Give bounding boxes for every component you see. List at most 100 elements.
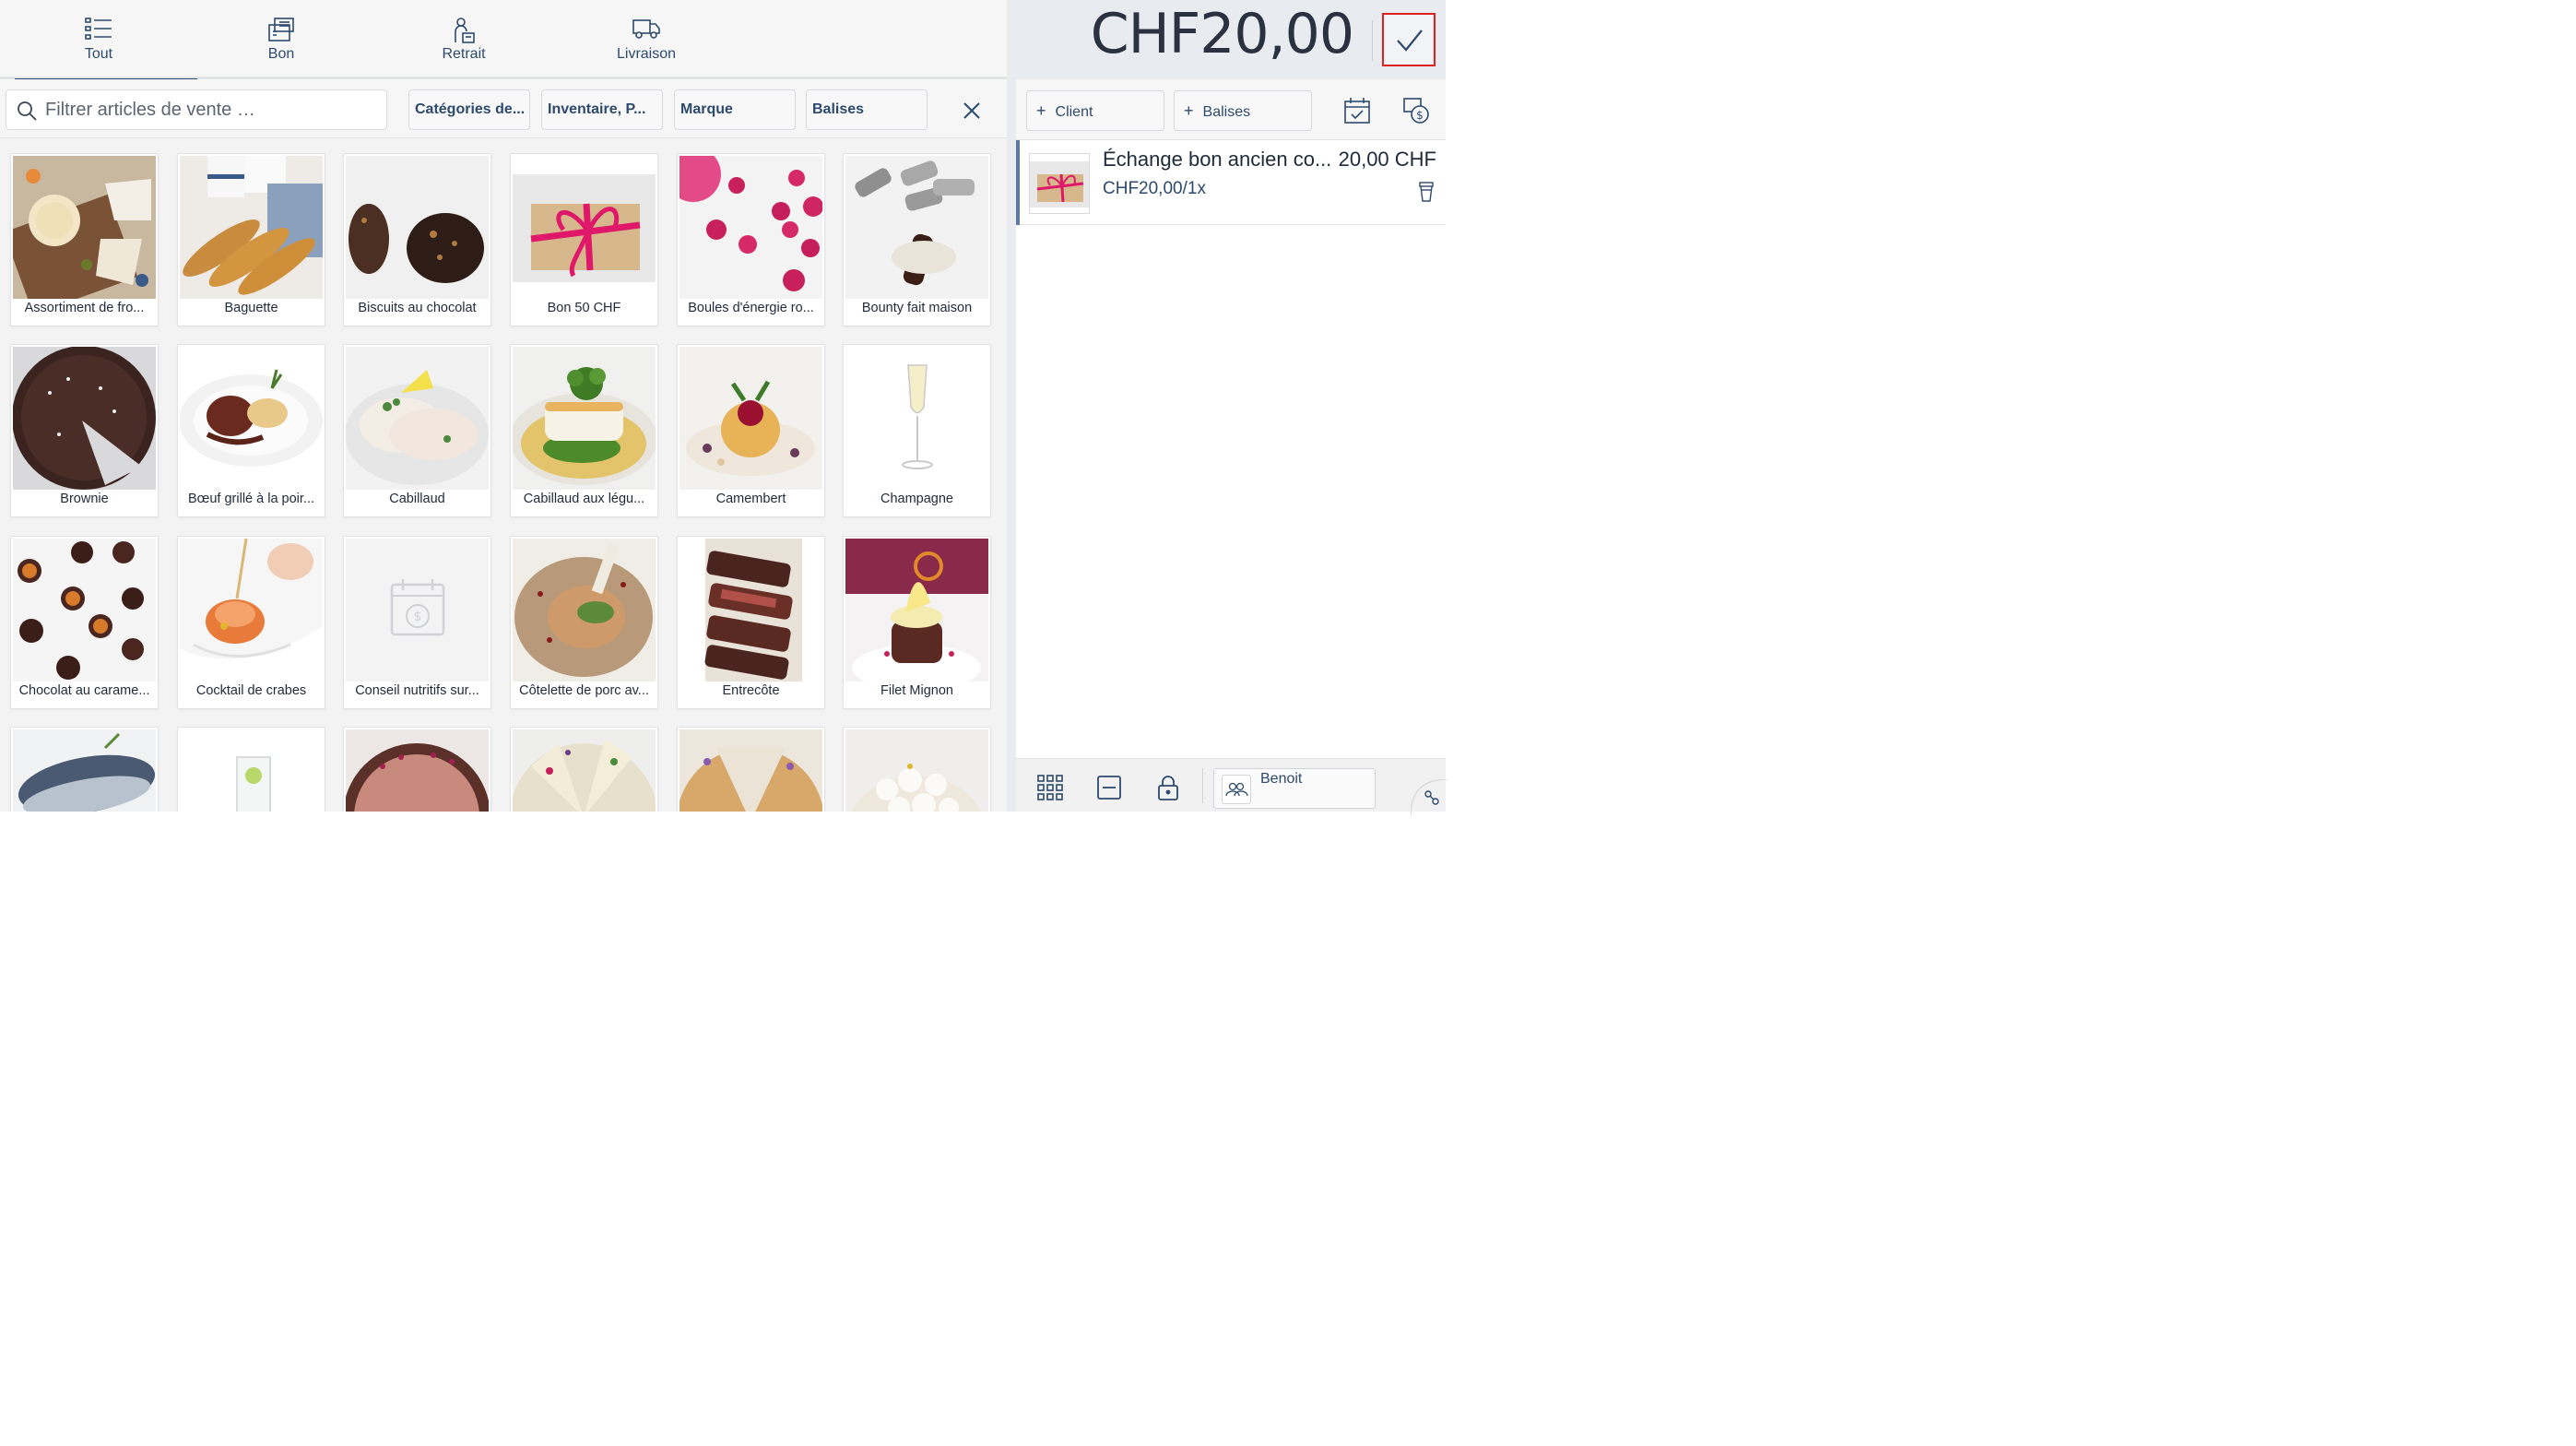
product-image	[679, 347, 822, 490]
product-card[interactable]: Entrecôte	[677, 536, 825, 709]
cart-toolbar: + Client + Balises $	[1016, 79, 1446, 140]
filter-tags[interactable]: Balises	[806, 89, 928, 130]
minus-box-icon[interactable]	[1095, 774, 1123, 801]
filter-categories[interactable]: Catégories de...	[408, 89, 530, 130]
product-card[interactable]: Brownie	[10, 344, 159, 517]
tab-voucher[interactable]: Bon	[190, 0, 372, 79]
pane-divider	[1007, 0, 1016, 812]
product-grid: Assortiment de fro... Baguette Biscuits …	[0, 138, 1007, 812]
product-card[interactable]	[677, 727, 825, 812]
product-card[interactable]: Cabillaud aux légu...	[510, 344, 658, 517]
product-name: Bœuf grillé à la poir...	[188, 492, 314, 506]
product-image	[679, 729, 822, 812]
user-switch-button[interactable]: Benoit	[1213, 768, 1376, 809]
expand-handle-icon[interactable]	[1411, 779, 1448, 816]
product-card[interactable]: Assortiment de fro...	[10, 153, 159, 326]
product-card[interactable]: Cocktail de crabes	[177, 536, 325, 709]
line-item-price: 20,00 CHF	[1338, 148, 1436, 171]
add-client-label: Client	[1055, 104, 1093, 120]
tab-label: Retrait	[442, 46, 486, 62]
product-card[interactable]	[343, 727, 491, 812]
product-name: Assortiment de fro...	[24, 301, 145, 315]
close-icon[interactable]	[959, 98, 985, 124]
product-pane: Tout Bon Retrait Livraison Catégories de…	[0, 0, 1007, 812]
product-image: $	[346, 539, 489, 682]
filter-inventory[interactable]: Inventaire, P...	[541, 89, 663, 130]
plus-icon: +	[1036, 101, 1046, 120]
product-image	[180, 539, 323, 682]
product-name: Chocolat au carame...	[18, 683, 150, 698]
product-card[interactable]: Camembert	[677, 344, 825, 517]
product-image	[13, 539, 156, 682]
product-name: Entrecôte	[722, 683, 780, 698]
svg-text:$: $	[1416, 109, 1424, 122]
confirm-button[interactable]	[1382, 13, 1436, 66]
product-image	[679, 539, 822, 682]
product-image	[513, 347, 656, 490]
product-image	[845, 539, 988, 682]
selection-marker	[1016, 140, 1020, 225]
search-input[interactable]	[45, 96, 377, 124]
product-card[interactable]: Champagne	[843, 344, 991, 517]
product-image	[513, 539, 656, 682]
product-card[interactable]	[510, 727, 658, 812]
product-card[interactable]: Boules d'énergie ro...	[677, 153, 825, 326]
product-name: Côtelette de porc av...	[519, 683, 649, 698]
footer-separator	[1202, 768, 1203, 803]
add-tags-button[interactable]: + Balises	[1174, 90, 1312, 131]
product-card[interactable]: Biscuits au chocolat	[343, 153, 491, 326]
product-card[interactable]: Baguette	[177, 153, 325, 326]
tab-all[interactable]: Tout	[7, 0, 197, 82]
cart-header: CHF20,00	[1016, 0, 1446, 79]
calendar-check-icon[interactable]	[1342, 96, 1372, 125]
filter-brand[interactable]: Marque	[674, 89, 796, 130]
filter-bar: Catégories de... Inventaire, P... Marque…	[0, 79, 1007, 138]
cart-footer: Benoit	[1016, 758, 1448, 816]
tab-pickup[interactable]: Retrait	[372, 0, 555, 79]
product-card[interactable]: $ Conseil nutritifs sur...	[343, 536, 491, 709]
user-name: Benoit	[1260, 771, 1303, 787]
product-card[interactable]: Bon 50 CHF	[510, 153, 658, 326]
add-tags-label: Balises	[1202, 104, 1251, 120]
product-name: Biscuits au chocolat	[358, 301, 477, 315]
svg-text:$: $	[414, 610, 422, 624]
product-card[interactable]	[177, 727, 325, 812]
product-image	[346, 156, 489, 299]
product-image	[180, 156, 323, 299]
product-card[interactable]: Bounty fait maison	[843, 153, 991, 326]
grid-icon[interactable]	[1036, 774, 1064, 801]
voucher-placeholder-icon: $	[390, 579, 445, 636]
add-client-button[interactable]: + Client	[1026, 90, 1164, 131]
line-item-title: Échange bon ancien co...	[1103, 148, 1332, 171]
product-card[interactable]: Bœuf grillé à la poir...	[177, 344, 325, 517]
product-image	[13, 347, 156, 490]
product-name: Cocktail de crabes	[195, 683, 307, 698]
product-name: Camembert	[715, 492, 786, 506]
product-card[interactable]: Chocolat au carame...	[10, 536, 159, 709]
voucher-icon	[267, 17, 295, 46]
currency-exchange-icon[interactable]: $	[1401, 96, 1431, 125]
cart-line-item[interactable]: Échange bon ancien co... 20,00 CHF CHF20…	[1016, 140, 1446, 225]
cup-icon[interactable]	[1418, 181, 1435, 203]
list-icon	[85, 17, 112, 44]
product-image	[13, 729, 156, 812]
product-card[interactable]: Cabillaud	[343, 344, 491, 517]
tab-delivery[interactable]: Livraison	[555, 0, 738, 79]
lock-icon[interactable]	[1154, 774, 1182, 801]
product-name: Boules d'énergie ro...	[688, 301, 814, 315]
product-card[interactable]: Côtelette de porc av...	[510, 536, 658, 709]
product-name: Conseil nutritifs sur...	[355, 683, 479, 698]
line-item-detail: CHF20,00/1x	[1103, 179, 1206, 198]
product-card[interactable]	[843, 727, 991, 812]
delivery-truck-icon	[632, 17, 661, 44]
cart-total: CHF20,00	[1090, 2, 1354, 66]
product-name: Baguette	[224, 301, 278, 315]
category-tabs: Tout Bon Retrait Livraison	[0, 0, 1007, 82]
product-card[interactable]	[10, 727, 159, 812]
cart-pane: CHF20,00 + Client + Balises $ Échange bon …	[1016, 0, 1448, 816]
tab-label: Bon	[267, 46, 295, 62]
product-name: Brownie	[60, 492, 109, 506]
product-image	[679, 156, 822, 299]
product-card[interactable]: Filet Mignon	[843, 536, 991, 709]
product-name: Champagne	[880, 492, 953, 506]
